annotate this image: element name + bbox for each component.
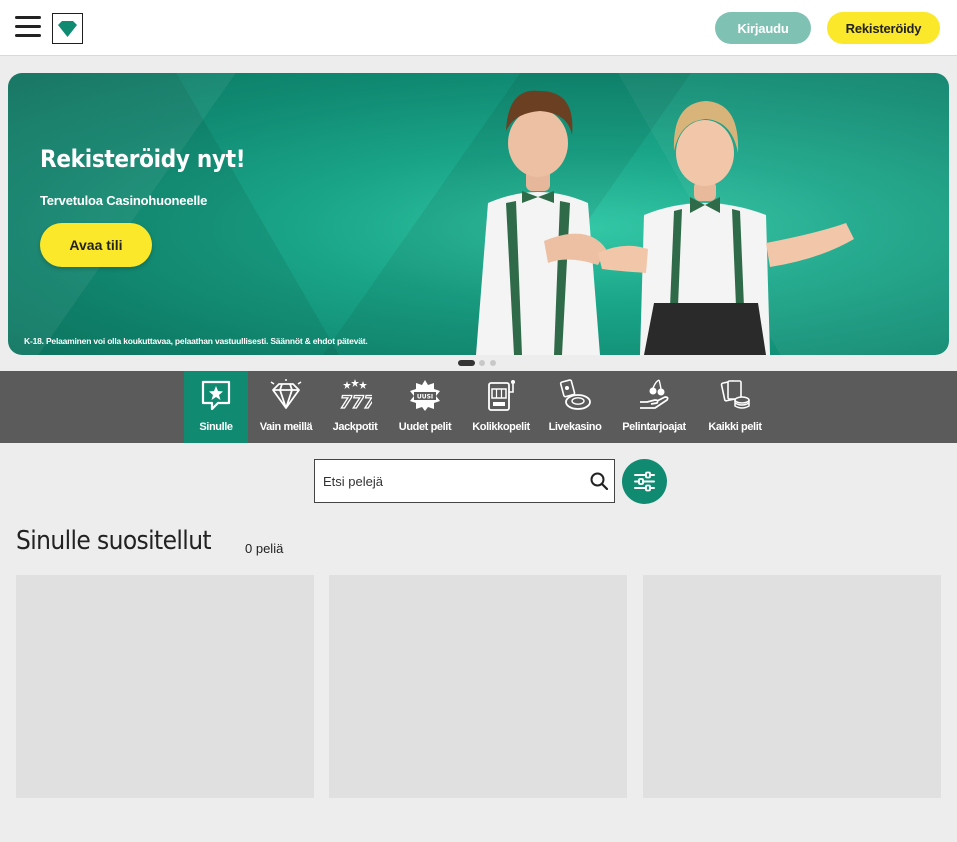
filter-button[interactable]: [622, 459, 667, 504]
tab-label: Sinulle: [199, 421, 233, 433]
tab-uudet-pelit[interactable]: UUSI Uudet pelit: [392, 371, 458, 443]
tab-label: Uudet pelit: [398, 421, 452, 433]
cards-chips-icon: [720, 380, 750, 409]
game-card-placeholder[interactable]: [16, 575, 314, 798]
login-button[interactable]: Kirjaudu: [715, 12, 811, 44]
roulette-icon: [559, 379, 591, 410]
tab-label: Jackpotit: [332, 421, 378, 433]
search-input[interactable]: [323, 460, 573, 502]
section-title: Sinulle suositellut: [16, 526, 212, 556]
star-bubble-icon: [201, 380, 231, 411]
hero-subtitle: Tervetuloa Casinohuoneelle: [40, 193, 208, 208]
sliders-icon: [634, 471, 655, 492]
new-badge-icon: UUSI: [410, 380, 440, 411]
top-header: Kirjaudu Rekisteröidy: [0, 0, 957, 56]
tab-label: Vain meillä: [259, 421, 313, 433]
tab-jackpotit[interactable]: 777 Jackpotit: [326, 371, 384, 443]
carousel-dot[interactable]: [490, 360, 496, 366]
slot-machine-icon: [488, 380, 515, 411]
diamond-icon: [270, 379, 302, 409]
svg-text:777: 777: [340, 393, 372, 412]
hero-disclaimer: K-18. Pelaaminen voi olla koukuttavaa, p…: [24, 336, 368, 346]
cherry-hand-icon: [640, 379, 669, 409]
carousel-dot-active[interactable]: [458, 360, 475, 366]
tab-label: Pelintarjoajat: [622, 421, 686, 433]
register-button[interactable]: Rekisteröidy: [827, 12, 940, 44]
game-card-placeholder[interactable]: [643, 575, 941, 798]
tab-kolikkopelit[interactable]: Kolikkopelit: [466, 371, 536, 443]
hero-banner[interactable]: Rekisteröidy nyt! Tervetuloa Casinohuone…: [8, 73, 949, 355]
hero-title: Rekisteröidy nyt!: [40, 145, 246, 173]
tab-label: Kolikkopelit: [472, 421, 530, 433]
tab-label: Livekasino: [548, 421, 602, 433]
carousel-dot[interactable]: [479, 360, 485, 366]
hero-hosts-illustration: [476, 90, 854, 355]
tab-label: Kaikki pelit: [708, 421, 762, 433]
triple-seven-icon: 777: [339, 379, 372, 412]
search-box: [314, 459, 615, 503]
category-nav: Sinulle Vain meillä 777 Jackpotit UUSI U…: [0, 371, 957, 443]
svg-text:UUSI: UUSI: [417, 394, 433, 401]
tab-pelintarjoajat[interactable]: Pelintarjoajat: [614, 371, 694, 443]
tab-sinulle[interactable]: Sinulle: [184, 371, 248, 443]
tab-kaikki-pelit[interactable]: Kaikki pelit: [702, 371, 768, 443]
search-icon[interactable]: [590, 472, 608, 490]
diamond-logo-icon: [58, 21, 77, 37]
game-card-placeholder[interactable]: [329, 575, 627, 798]
casino-logo[interactable]: [52, 13, 83, 44]
tab-vain-meilla[interactable]: Vain meillä: [254, 371, 318, 443]
game-count: 0 peliä: [245, 541, 284, 556]
menu-icon[interactable]: [15, 15, 41, 39]
tab-livekasino[interactable]: Livekasino: [542, 371, 608, 443]
open-account-button[interactable]: Avaa tili: [40, 223, 152, 267]
